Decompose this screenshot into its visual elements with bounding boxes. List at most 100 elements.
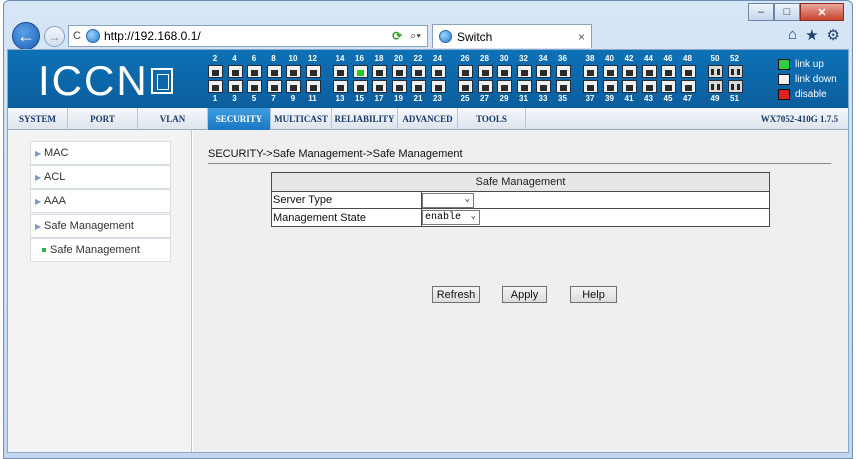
port-5-icon[interactable] <box>247 80 262 93</box>
safe-management-table: Safe Management Server Type ⌄ Management… <box>271 172 770 227</box>
port-16-icon[interactable] <box>352 65 368 78</box>
menu-vlan[interactable]: VLAN <box>138 108 208 130</box>
port-38-icon[interactable] <box>583 65 598 78</box>
menu-reliability[interactable]: RELIABILITY <box>332 108 398 130</box>
sidebar-item-aaa[interactable]: ▶ AAA <box>30 189 171 213</box>
sidebar-item-mac[interactable]: ▶ MAC <box>30 141 171 165</box>
port-44-icon[interactable] <box>641 65 657 78</box>
port-45-icon[interactable] <box>661 80 676 93</box>
port-9-icon[interactable] <box>286 80 301 93</box>
port-25-icon[interactable] <box>458 80 473 93</box>
port-11-icon[interactable] <box>305 80 321 93</box>
port-18-icon[interactable] <box>372 65 387 78</box>
favorites-star-icon[interactable]: ★ <box>805 26 818 44</box>
legend-link-down: link down <box>778 73 837 86</box>
compat-view-icon[interactable]: C <box>73 30 81 42</box>
port-number-label: 22 <box>413 54 423 63</box>
menu-multicast[interactable]: MULTICAST <box>271 108 332 130</box>
address-bar[interactable]: C http://192.168.0.1/ ⟳ ⌕▾ <box>68 25 428 47</box>
address-url[interactable]: http://192.168.0.1/ <box>104 29 392 43</box>
management-state-select[interactable]: enable ⌄ <box>422 210 480 225</box>
port-26-icon[interactable] <box>458 65 473 78</box>
port-15-icon[interactable] <box>352 80 368 93</box>
refresh-page-icon[interactable]: ⟳ <box>392 29 402 43</box>
port-2-icon[interactable] <box>208 65 223 78</box>
port-10-icon[interactable] <box>286 65 301 78</box>
port-43-icon[interactable] <box>641 80 657 93</box>
port-30-icon[interactable] <box>497 65 512 78</box>
port-7-icon[interactable] <box>266 80 282 93</box>
port-39-icon[interactable] <box>602 80 618 93</box>
port-number-label: 50 <box>710 54 720 63</box>
menu-system[interactable]: SYSTEM <box>8 108 68 130</box>
apply-button[interactable]: Apply <box>502 286 547 303</box>
forward-button[interactable]: → <box>44 26 65 47</box>
server-type-select[interactable]: ⌄ <box>422 192 474 208</box>
sidebar-subitem-safe-management[interactable]: Safe Management <box>30 238 171 262</box>
refresh-button[interactable]: Refresh <box>432 286 480 303</box>
port-number-label: 33 <box>538 94 548 103</box>
port-number-label: 28 <box>480 54 489 63</box>
port-50-icon[interactable] <box>708 65 723 78</box>
port-47-icon[interactable] <box>680 80 696 93</box>
port-35-icon[interactable] <box>555 80 571 93</box>
breadcrumb: SECURITY->Safe Management->Safe Manageme… <box>208 148 463 160</box>
port-37-icon[interactable] <box>583 80 598 93</box>
port-8-icon[interactable] <box>266 65 282 78</box>
port-12-icon[interactable] <box>305 65 321 78</box>
port-41-icon[interactable] <box>622 80 637 93</box>
firmware-version: WX7052-410G 1.7.5 <box>760 114 838 124</box>
port-22-icon[interactable] <box>411 65 426 78</box>
port-34-icon[interactable] <box>536 65 551 78</box>
menu-security[interactable]: SECURITY <box>208 108 271 130</box>
back-button[interactable]: ← <box>12 22 40 50</box>
port-23-icon[interactable] <box>430 80 446 93</box>
search-dropdown-icon[interactable]: ⌕▾ <box>410 30 421 43</box>
port-33-icon[interactable] <box>536 80 551 93</box>
port-46-icon[interactable] <box>661 65 676 78</box>
port-48-icon[interactable] <box>680 65 696 78</box>
port-number-label: 1 <box>212 94 218 103</box>
port-42-icon[interactable] <box>622 65 637 78</box>
maximize-button[interactable]: □ <box>774 3 800 21</box>
port-number-label: 32 <box>519 54 528 63</box>
port-14-icon[interactable] <box>333 65 348 78</box>
port-49-icon[interactable] <box>708 80 723 93</box>
port-29-icon[interactable] <box>497 80 512 93</box>
port-6-icon[interactable] <box>247 65 262 78</box>
management-state-label: Management State <box>272 209 422 226</box>
tab-close-icon[interactable]: × <box>578 30 585 44</box>
sidebar-item-acl[interactable]: ▶ ACL <box>30 165 171 189</box>
minimize-button[interactable]: – <box>748 3 774 21</box>
port-1-icon[interactable] <box>208 80 223 93</box>
port-52-icon[interactable] <box>727 65 743 78</box>
port-40-icon[interactable] <box>602 65 618 78</box>
settings-gear-icon[interactable]: ⚙ <box>827 26 840 44</box>
legend-disable: disable <box>778 88 837 101</box>
browser-tab[interactable]: Switch × <box>432 24 592 48</box>
port-20-icon[interactable] <box>391 65 407 78</box>
menu-port[interactable]: PORT <box>68 108 138 130</box>
chevron-down-icon: ⌄ <box>464 193 470 204</box>
port-31-icon[interactable] <box>516 80 532 93</box>
table-title: Safe Management <box>272 173 769 192</box>
port-24-icon[interactable] <box>430 65 446 78</box>
port-19-icon[interactable] <box>391 80 407 93</box>
port-4-icon[interactable] <box>227 65 243 78</box>
port-36-icon[interactable] <box>555 65 571 78</box>
bullet-square-icon <box>42 248 46 252</box>
port-3-icon[interactable] <box>227 80 243 93</box>
menu-tools[interactable]: TOOLS <box>458 108 526 130</box>
port-21-icon[interactable] <box>411 80 426 93</box>
help-button[interactable]: Help <box>570 286 617 303</box>
port-13-icon[interactable] <box>333 80 348 93</box>
port-27-icon[interactable] <box>477 80 493 93</box>
port-17-icon[interactable] <box>372 80 387 93</box>
port-28-icon[interactable] <box>477 65 493 78</box>
port-32-icon[interactable] <box>516 65 532 78</box>
sidebar-item-safe-management[interactable]: ▶ Safe Management <box>30 214 171 238</box>
home-icon[interactable]: ⌂ <box>788 26 797 44</box>
close-window-button[interactable]: ✕ <box>800 3 844 21</box>
port-51-icon[interactable] <box>727 80 743 93</box>
menu-advanced[interactable]: ADVANCED <box>398 108 458 130</box>
